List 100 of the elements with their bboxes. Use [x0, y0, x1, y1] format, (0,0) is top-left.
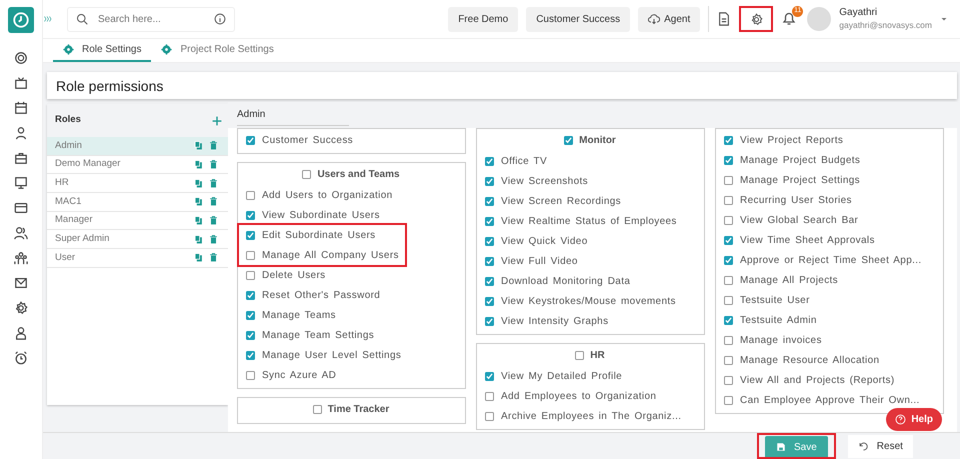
checkbox[interactable] [485, 156, 494, 166]
caret-icon[interactable] [940, 15, 948, 23]
role-item[interactable]: User [47, 249, 228, 268]
checkbox[interactable] [485, 412, 494, 420]
role-item[interactable]: Admin [47, 137, 228, 156]
permission-label: View Screen Recordings [501, 194, 622, 208]
trash-icon[interactable] [209, 216, 218, 226]
role-item[interactable]: HR [47, 174, 228, 194]
reset-button[interactable]: Reset [848, 434, 913, 458]
checkbox[interactable] [485, 276, 494, 286]
checkbox[interactable] [485, 372, 494, 380]
search-field[interactable]: Search here... [96, 10, 206, 28]
permission-label: Manage User Level Settings [262, 348, 402, 362]
topbar-button[interactable]: Customer Success [526, 6, 630, 32]
users-icon[interactable] [14, 226, 28, 240]
checkbox[interactable] [485, 316, 494, 326]
checkbox[interactable] [246, 230, 255, 240]
alarm-icon[interactable] [14, 350, 28, 364]
checkbox[interactable] [724, 156, 733, 164]
mail-icon[interactable] [14, 276, 28, 290]
panel-title: Roles [55, 113, 81, 128]
checkbox[interactable] [724, 276, 733, 284]
trash-icon[interactable] [209, 253, 218, 262]
checkbox[interactable] [564, 136, 574, 145]
tv-icon[interactable] [14, 76, 28, 90]
help-button[interactable]: Help [886, 408, 942, 431]
user-icon[interactable] [14, 126, 28, 140]
floppy-icon [776, 442, 786, 452]
expand-icon[interactable] [43, 15, 53, 23]
checkbox[interactable] [724, 196, 733, 204]
checkbox[interactable] [485, 236, 494, 246]
checkbox[interactable] [246, 310, 255, 320]
checkbox[interactable] [724, 256, 733, 264]
checkbox[interactable] [485, 256, 494, 266]
checkbox[interactable] [724, 356, 733, 364]
checkbox[interactable] [724, 336, 733, 344]
tab[interactable]: Project Role Settings [151, 39, 284, 62]
checkbox[interactable] [485, 216, 494, 226]
app-logo[interactable] [8, 7, 34, 33]
settings-button[interactable] [739, 6, 774, 32]
team-icon[interactable] [14, 250, 28, 264]
trash-icon[interactable] [209, 197, 218, 206]
card-icon[interactable] [14, 200, 28, 214]
permission-label: View Full Video [501, 254, 578, 268]
bell-icon[interactable] [781, 10, 798, 26]
search-box[interactable]: Search here... [67, 6, 235, 32]
permission-label: Manage All Projects [740, 274, 838, 288]
info-icon[interactable] [214, 13, 226, 25]
role-item[interactable]: Super Admin [47, 230, 228, 250]
checkbox[interactable] [302, 170, 312, 179]
checkbox[interactable] [724, 236, 733, 244]
checkbox[interactable] [246, 270, 255, 280]
dashboard-icon[interactable] [14, 50, 28, 64]
trash-icon[interactable] [209, 160, 218, 170]
checkbox[interactable] [246, 330, 255, 340]
checkbox[interactable] [485, 196, 494, 206]
trash-icon[interactable] [209, 178, 218, 188]
checkbox[interactable] [246, 370, 255, 380]
checkbox[interactable] [724, 376, 733, 384]
checkbox[interactable] [724, 176, 733, 184]
briefcase-icon[interactable] [14, 150, 28, 164]
role-name: Admin [55, 138, 82, 153]
permission-label: View Subordinate Users [262, 208, 380, 222]
checkbox[interactable] [724, 216, 733, 224]
checkbox[interactable] [724, 296, 733, 304]
checkbox[interactable] [724, 316, 733, 324]
checkbox[interactable] [312, 405, 322, 414]
checkbox[interactable] [246, 190, 255, 200]
checkbox[interactable] [724, 396, 733, 404]
checkbox[interactable] [246, 350, 255, 360]
save-button[interactable]: Save [765, 436, 828, 458]
checkbox[interactable] [724, 136, 733, 144]
permission-label: Archive Employees in The Organiz... [501, 410, 682, 424]
permission-label: View Keystrokes/Mouse movements [501, 294, 676, 308]
document-icon[interactable] [717, 12, 732, 26]
permission-label: Testsuite Admin [740, 314, 817, 328]
permission-label: Testsuite User [740, 294, 810, 308]
settings-icon[interactable] [14, 300, 28, 314]
checkbox[interactable] [246, 290, 255, 300]
topbar-button[interactable]: Free Demo [448, 6, 518, 32]
group-title: HR [590, 349, 605, 363]
role-item[interactable]: MAC1 [47, 193, 228, 212]
group-title: Time Tracker [328, 403, 390, 417]
topbar-button[interactable]: Agent [638, 6, 700, 32]
add-icon[interactable] [212, 116, 222, 126]
checkbox[interactable] [246, 210, 255, 220]
calendar-icon[interactable] [14, 100, 28, 114]
checkbox[interactable] [485, 296, 494, 306]
role-item[interactable]: Manager [47, 212, 228, 230]
trash-icon[interactable] [209, 141, 218, 150]
cloud-icon [648, 13, 660, 25]
checkbox[interactable] [246, 250, 255, 260]
checkbox[interactable] [485, 176, 494, 186]
trash-icon[interactable] [209, 234, 218, 244]
monitor-icon[interactable] [14, 176, 28, 190]
checkbox[interactable] [246, 136, 255, 144]
checkbox[interactable] [485, 392, 494, 400]
role-name: MAC1 [55, 194, 82, 209]
role-item[interactable]: Demo Manager [47, 156, 228, 174]
checkbox[interactable] [575, 351, 584, 360]
